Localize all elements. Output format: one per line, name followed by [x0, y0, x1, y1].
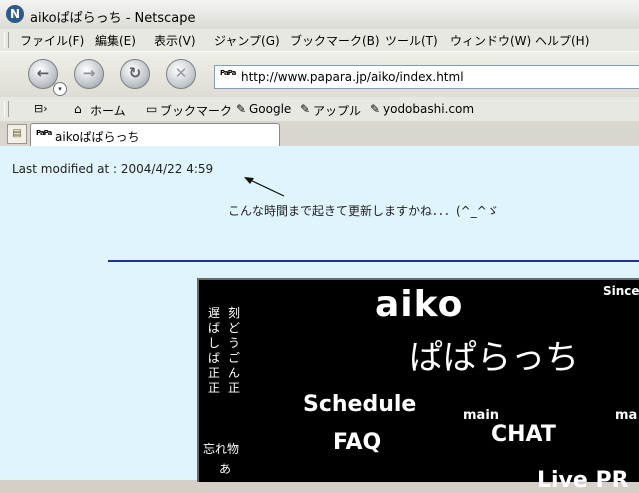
- banner-main-label-2: ma: [615, 408, 638, 423]
- bookmarks-button[interactable]: ブックマーク: [160, 102, 232, 119]
- menu-bookmarks[interactable]: ブックマーク(B): [290, 32, 380, 49]
- banner-vertical-text-2: 刻どうごん正: [227, 306, 240, 395]
- menu-edit[interactable]: 編集(E): [95, 32, 136, 49]
- banner-forgot-sub: あ: [219, 462, 232, 476]
- link-icon: ✎: [236, 102, 247, 116]
- tab-label: aikoぱぱらっち: [55, 130, 140, 144]
- title-bar: N aikoぱぱらっち - Netscape: [0, 0, 639, 30]
- menu-go[interactable]: ジャンプ(G): [214, 32, 280, 49]
- aiko-paparazzi-banner[interactable]: aiko ぱぱらっち Since 遅ばしば正正 刻どうごん正 忘れ物 あ Sch…: [197, 278, 639, 493]
- link-icon: ✎: [300, 102, 311, 116]
- url-bar[interactable]: PaPa http://www.papara.jp/aiko/index.htm…: [214, 65, 639, 89]
- banner-title-paparatchi: ぱぱらっち: [409, 338, 579, 378]
- page-content: Last modified at : 2004/4/22 4:59 こんな時間ま…: [0, 146, 639, 493]
- url-text[interactable]: http://www.papara.jp/aiko/index.html: [241, 70, 464, 84]
- menu-view[interactable]: 表示(V): [154, 32, 196, 49]
- horizontal-rule: [108, 260, 639, 262]
- tab-aiko-paparazzi[interactable]: PaPa aikoぱぱらっち: [30, 123, 280, 146]
- navigation-toolbar: ← ▾ → ↻ ✕ PaPa http://www.papara.jp/aiko…: [0, 51, 639, 99]
- sidebar-toggle-icon[interactable]: ⊟›: [34, 102, 48, 115]
- home-icon[interactable]: ⌂: [74, 102, 82, 116]
- toolbar-grip[interactable]: [4, 32, 9, 48]
- netscape-icon: N: [6, 5, 24, 23]
- banner-schedule-link[interactable]: Schedule: [303, 392, 416, 417]
- banner-vertical-text-1: 遅ばしば正正: [207, 306, 220, 395]
- arrow-pointer-icon: [244, 177, 285, 197]
- new-tab-icon[interactable]: ▤: [7, 124, 27, 144]
- banner-faq-link[interactable]: FAQ: [333, 430, 381, 455]
- comment-text: こんな時間まで起きて更新しますかね．．．(^_^ゞ: [228, 204, 499, 218]
- personal-toolbar: ⊟› ⌂ ホーム ▭ ブックマーク ✎ Google ✎ アップル ✎ yodo…: [0, 97, 639, 122]
- back-dropdown-icon[interactable]: ▾: [53, 82, 67, 96]
- banner-main-label: main: [463, 408, 500, 423]
- home-button[interactable]: ホーム: [90, 102, 126, 119]
- link-yodobashi[interactable]: yodobashi.com: [383, 102, 474, 116]
- toolbar-grip[interactable]: [4, 101, 9, 117]
- stop-button[interactable]: ✕: [166, 59, 196, 89]
- banner-title-aiko: aiko: [375, 284, 464, 325]
- link-icon: ✎: [370, 102, 381, 116]
- site-favicon: PaPa: [220, 69, 236, 77]
- last-modified-text: Last modified at : 2004/4/22 4:59: [12, 162, 214, 176]
- window-title: aikoぱぱらっち - Netscape: [30, 11, 196, 26]
- menu-window[interactable]: ウィンドウ(W): [450, 32, 531, 49]
- banner-chat-link[interactable]: CHAT: [491, 422, 556, 447]
- menu-file[interactable]: ファイル(F): [20, 32, 84, 49]
- bookmarks-folder-icon[interactable]: ▭: [146, 102, 157, 116]
- banner-live-link[interactable]: Live PR: [537, 468, 629, 493]
- reload-button[interactable]: ↻: [120, 59, 150, 89]
- menu-tools[interactable]: ツール(T): [385, 32, 438, 49]
- tab-favicon: PaPa: [36, 129, 52, 137]
- menu-help[interactable]: ヘルプ(H): [535, 32, 589, 49]
- link-apple[interactable]: アップル: [313, 102, 361, 119]
- tab-bar: PaPa aikoぱぱらっち: [0, 121, 639, 147]
- forward-button[interactable]: →: [74, 59, 104, 89]
- menu-bar: ファイル(F) 編集(E) 表示(V) ジャンプ(G) ブックマーク(B) ツー…: [0, 29, 639, 51]
- banner-forgot-link[interactable]: 忘れ物: [203, 440, 239, 457]
- banner-since: Since: [603, 284, 639, 298]
- link-google[interactable]: Google: [249, 102, 291, 116]
